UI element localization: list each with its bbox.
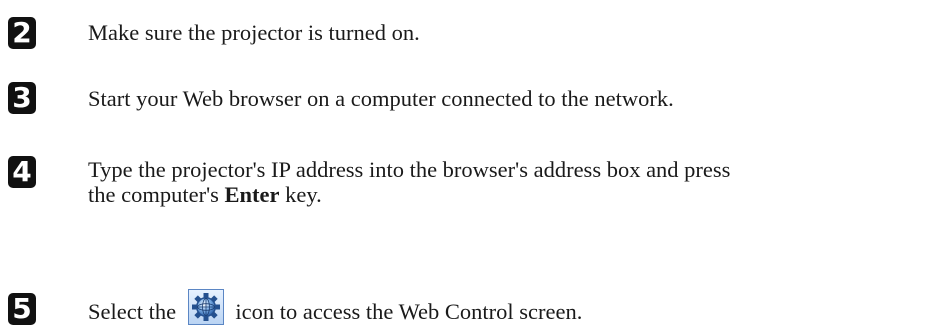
step-text-segment: icon to access the Web Control screen.	[235, 299, 583, 324]
step-text: Type the projector's IP address into the…	[88, 156, 730, 208]
step-number-badge: 3	[8, 82, 36, 114]
enter-key-label: Enter	[224, 182, 280, 207]
step-number-badge: 4	[8, 156, 36, 188]
step-text-line-2: the computer's Enter key.	[88, 181, 730, 208]
step-text: Make sure the projector is turned on.	[88, 20, 420, 45]
step-text: Select the icon to access the Web Contro…	[88, 289, 582, 325]
step-number-badge: 2	[8, 17, 36, 49]
step-number-badge: 5	[8, 293, 36, 325]
step-text-segment: Select the	[88, 299, 177, 324]
step-text-segment: key.	[279, 182, 322, 207]
step-text: Start your Web browser on a computer con…	[88, 86, 674, 111]
step-text-line-1: Type the projector's IP address into the…	[88, 157, 731, 182]
web-control-gear-globe-icon	[187, 289, 224, 325]
step-text-segment: the computer's	[88, 182, 225, 207]
